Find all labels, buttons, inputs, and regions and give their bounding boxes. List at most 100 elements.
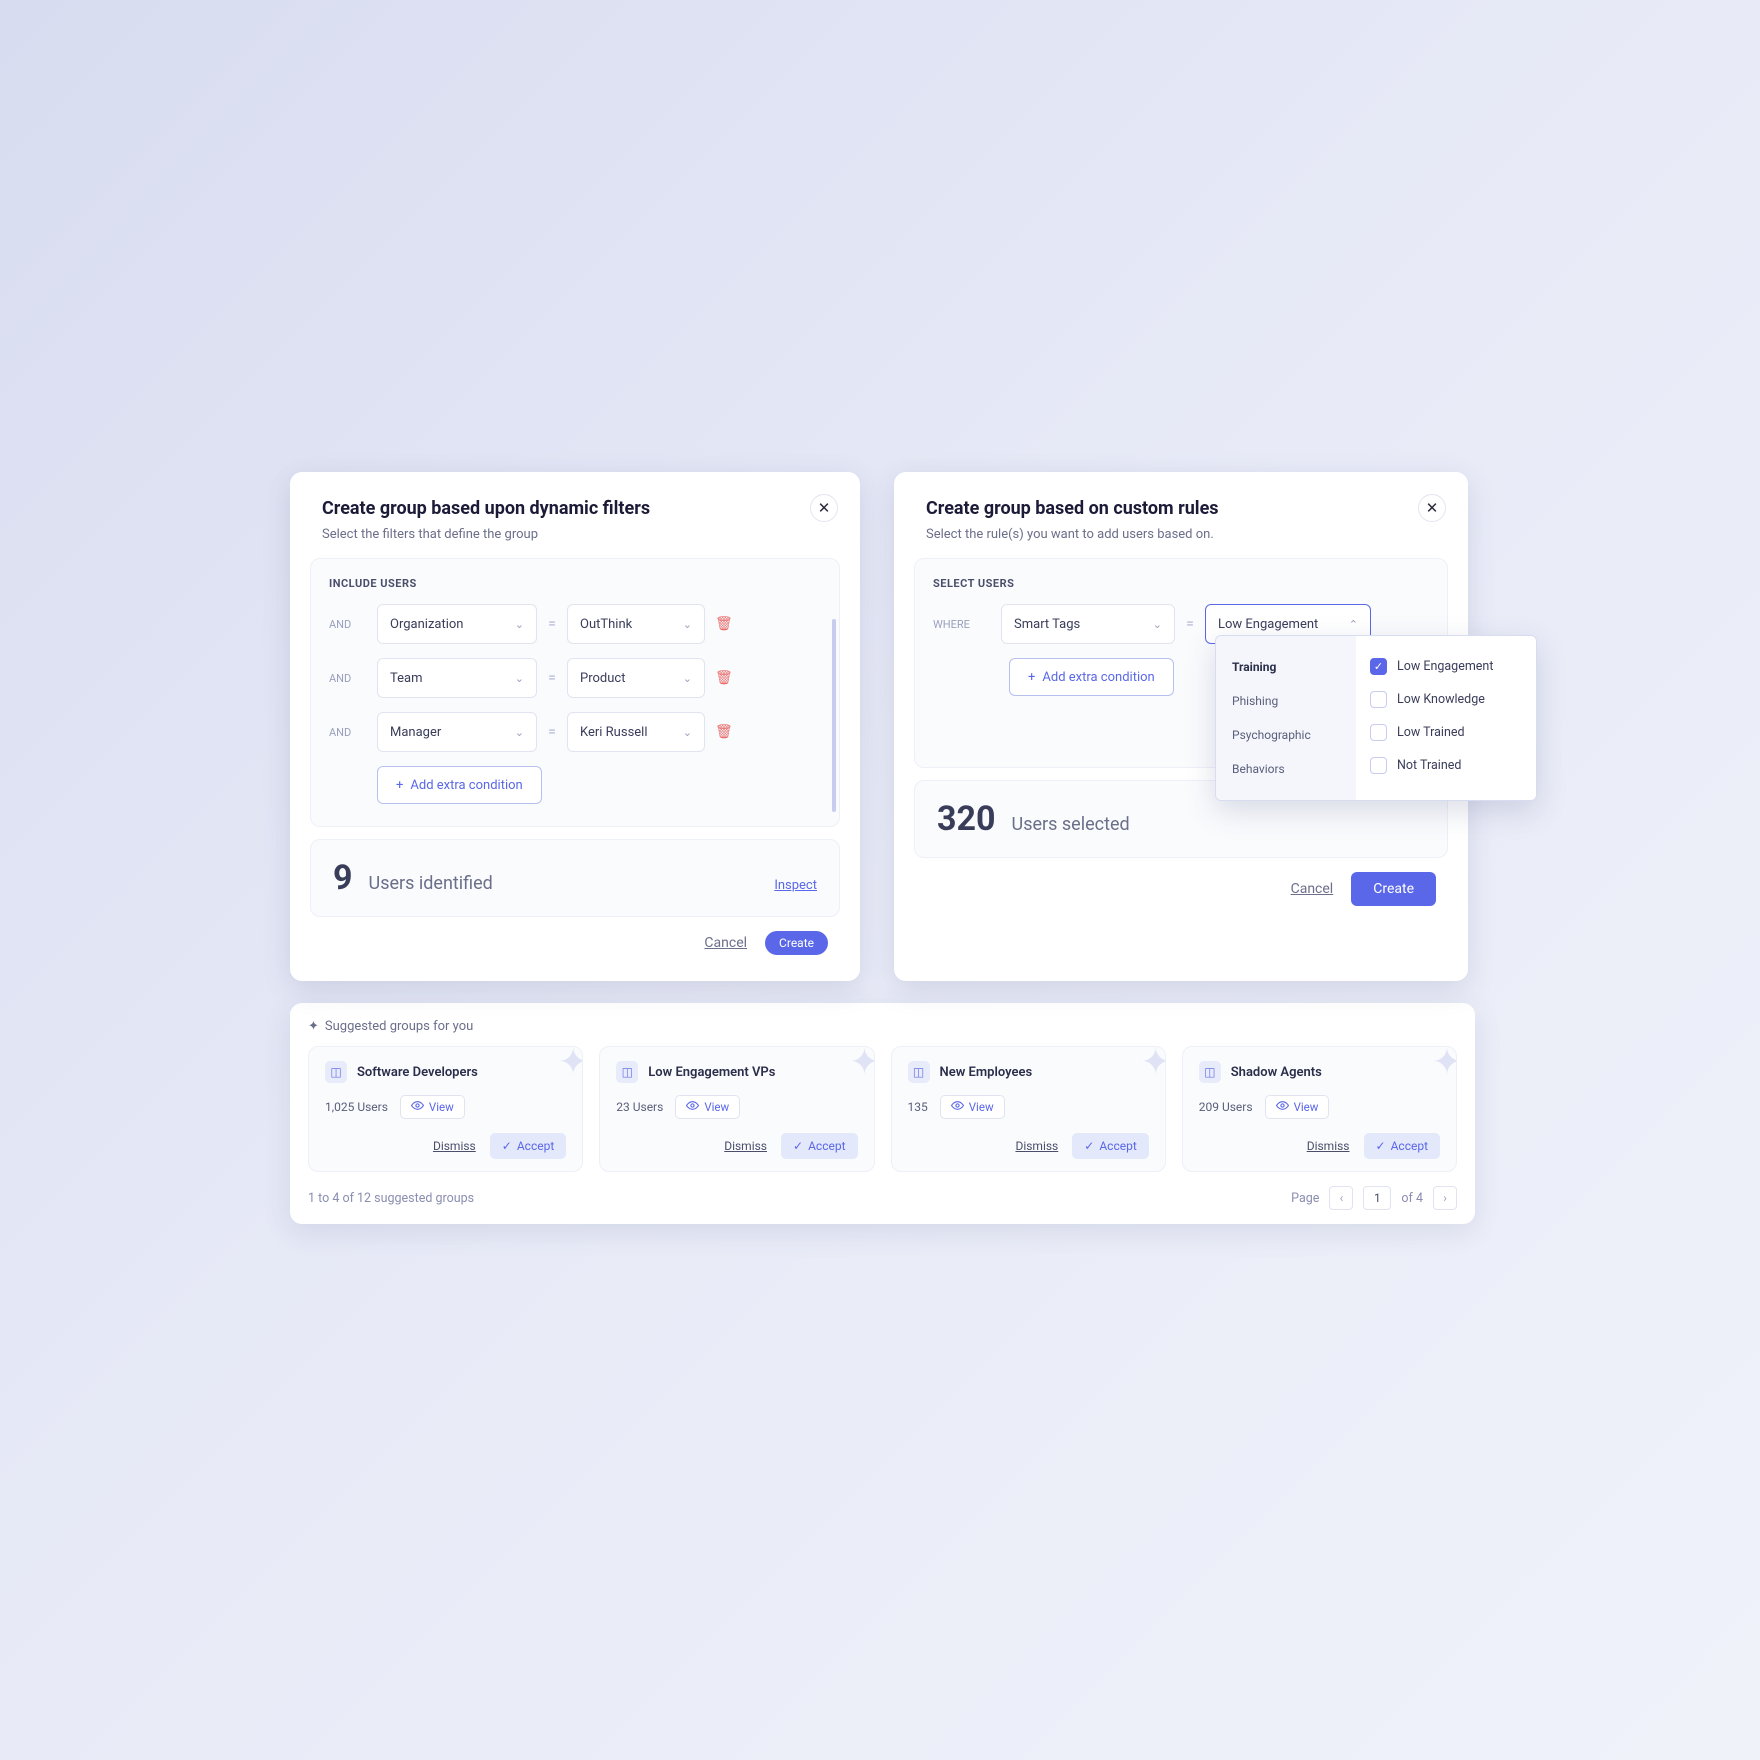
cancel-link[interactable]: Cancel	[1291, 881, 1334, 897]
dropdown-tab-psychographic[interactable]: Psychographic	[1216, 718, 1356, 752]
page-input[interactable]	[1363, 1186, 1391, 1210]
dynamic-filters-modal: ✕ Create group based upon dynamic filter…	[290, 472, 860, 981]
close-icon: ✕	[1426, 499, 1439, 517]
group-icon: ◫	[908, 1061, 930, 1083]
modal-subtitle: Select the filters that define the group	[322, 527, 828, 542]
view-button[interactable]: View	[675, 1095, 740, 1119]
add-condition-button[interactable]: +Add extra condition	[1009, 658, 1174, 696]
create-button[interactable]: Create	[765, 931, 828, 955]
modal-title: Create group based upon dynamic filters	[322, 498, 828, 519]
eye-icon	[411, 1099, 424, 1115]
value-select[interactable]: OutThink⌄	[567, 604, 705, 644]
field-select[interactable]: Team⌄	[377, 658, 537, 698]
field-select[interactable]: Manager⌄	[377, 712, 537, 752]
result-bar: 9 Users identified Inspect	[310, 839, 840, 917]
cancel-link[interactable]: Cancel	[704, 935, 747, 951]
checkbox-icon	[1370, 724, 1387, 741]
card-name: Shadow Agents	[1231, 1065, 1322, 1080]
create-button[interactable]: Create	[1351, 872, 1436, 906]
accept-button[interactable]: ✓Accept	[490, 1133, 566, 1159]
prev-page-button[interactable]: ‹	[1329, 1186, 1353, 1210]
check-icon: ✓	[1376, 1139, 1386, 1153]
trash-icon[interactable]: 🗑	[715, 670, 731, 686]
sparkle-icon: ✦	[1432, 1046, 1457, 1083]
dropdown-tab-training[interactable]: Training	[1216, 650, 1356, 684]
plus-icon: +	[1028, 670, 1035, 685]
modal-title: Create group based on custom rules	[926, 498, 1436, 519]
chevron-down-icon: ⌄	[683, 672, 692, 685]
card-name: Low Engagement VPs	[648, 1065, 775, 1080]
view-button[interactable]: View	[400, 1095, 465, 1119]
group-icon: ◫	[616, 1061, 638, 1083]
chevron-down-icon: ⌄	[515, 618, 524, 631]
value-select[interactable]: Product⌄	[567, 658, 705, 698]
filter-row: AND Organization⌄ = OutThink⌄ 🗑	[329, 604, 821, 644]
inspect-link[interactable]: Inspect	[774, 878, 817, 893]
conjunction-label: AND	[329, 672, 367, 685]
chevron-up-icon: ⌃	[1349, 618, 1358, 631]
accept-button[interactable]: ✓Accept	[1364, 1133, 1440, 1159]
trash-icon[interactable]: 🗑	[715, 616, 731, 632]
of-pages-label: of 4	[1401, 1191, 1423, 1206]
equals-label: =	[1185, 616, 1195, 632]
dismiss-link[interactable]: Dismiss	[433, 1139, 476, 1153]
dropdown-tab-behaviors[interactable]: Behaviors	[1216, 752, 1356, 786]
user-count-label: Users identified	[369, 873, 759, 894]
user-count: 9	[333, 858, 353, 898]
trash-icon[interactable]: 🗑	[715, 724, 731, 740]
equals-label: =	[547, 670, 557, 686]
field-select[interactable]: Smart Tags⌄	[1001, 604, 1175, 644]
dropdown-option[interactable]: Not Trained	[1370, 749, 1522, 782]
modal-subtitle: Select the rule(s) you want to add users…	[926, 527, 1436, 542]
dismiss-link[interactable]: Dismiss	[1307, 1139, 1350, 1153]
group-icon: ◫	[1199, 1061, 1221, 1083]
value-select[interactable]: Keri Russell⌄	[567, 712, 705, 752]
dropdown-option[interactable]: Low Knowledge	[1370, 683, 1522, 716]
dropdown-tab-phishing[interactable]: Phishing	[1216, 684, 1356, 718]
chevron-left-icon: ‹	[1340, 1191, 1344, 1205]
dropdown-option[interactable]: Low Trained	[1370, 716, 1522, 749]
eye-icon	[686, 1099, 699, 1115]
card-count: 135	[908, 1100, 928, 1114]
dropdown-option[interactable]: ✓Low Engagement	[1370, 650, 1522, 683]
user-count: 320	[937, 799, 996, 839]
dismiss-link[interactable]: Dismiss	[1015, 1139, 1058, 1153]
suggested-card: ✦◫New Employees135ViewDismiss✓Accept	[891, 1046, 1166, 1172]
check-icon: ✓	[793, 1139, 803, 1153]
pagination-summary: 1 to 4 of 12 suggested groups	[308, 1191, 474, 1206]
eye-icon	[1276, 1099, 1289, 1115]
close-button[interactable]: ✕	[1418, 494, 1446, 522]
chevron-down-icon: ⌄	[515, 672, 524, 685]
field-select[interactable]: Organization⌄	[377, 604, 537, 644]
equals-label: =	[547, 724, 557, 740]
checkbox-icon	[1370, 757, 1387, 774]
suggested-card: ✦◫Low Engagement VPs23 UsersViewDismiss✓…	[599, 1046, 874, 1172]
dismiss-link[interactable]: Dismiss	[724, 1139, 767, 1153]
conjunction-label: AND	[329, 618, 367, 631]
view-button[interactable]: View	[940, 1095, 1005, 1119]
accept-button[interactable]: ✓Accept	[1072, 1133, 1148, 1159]
eye-icon	[951, 1099, 964, 1115]
add-condition-button[interactable]: +Add extra condition	[377, 766, 542, 804]
accept-button[interactable]: ✓Accept	[781, 1133, 857, 1159]
group-icon: ◫	[325, 1061, 347, 1083]
user-count-label: Users selected	[1012, 814, 1425, 835]
plus-icon: +	[396, 778, 403, 793]
next-page-button[interactable]: ›	[1433, 1186, 1457, 1210]
check-icon: ✓	[502, 1139, 512, 1153]
equals-label: =	[547, 616, 557, 632]
close-button[interactable]: ✕	[810, 494, 838, 522]
scrollbar[interactable]	[832, 619, 836, 812]
chevron-down-icon: ⌄	[1153, 618, 1162, 631]
view-button[interactable]: View	[1265, 1095, 1330, 1119]
filter-row: AND Manager⌄ = Keri Russell⌄ 🗑	[329, 712, 821, 752]
section-label: SELECT USERS	[933, 577, 1429, 590]
checkbox-icon: ✓	[1370, 658, 1387, 675]
smart-tags-dropdown: Training Phishing Psychographic Behavior…	[1215, 635, 1537, 801]
dropdown-tabs: Training Phishing Psychographic Behavior…	[1216, 636, 1356, 800]
sparkle-icon: ✦	[849, 1046, 874, 1083]
filter-row: AND Team⌄ = Product⌄ 🗑	[329, 658, 821, 698]
suggested-card: ✦◫Shadow Agents209 UsersViewDismiss✓Acce…	[1182, 1046, 1457, 1172]
checkbox-icon	[1370, 691, 1387, 708]
chevron-down-icon: ⌄	[515, 726, 524, 739]
